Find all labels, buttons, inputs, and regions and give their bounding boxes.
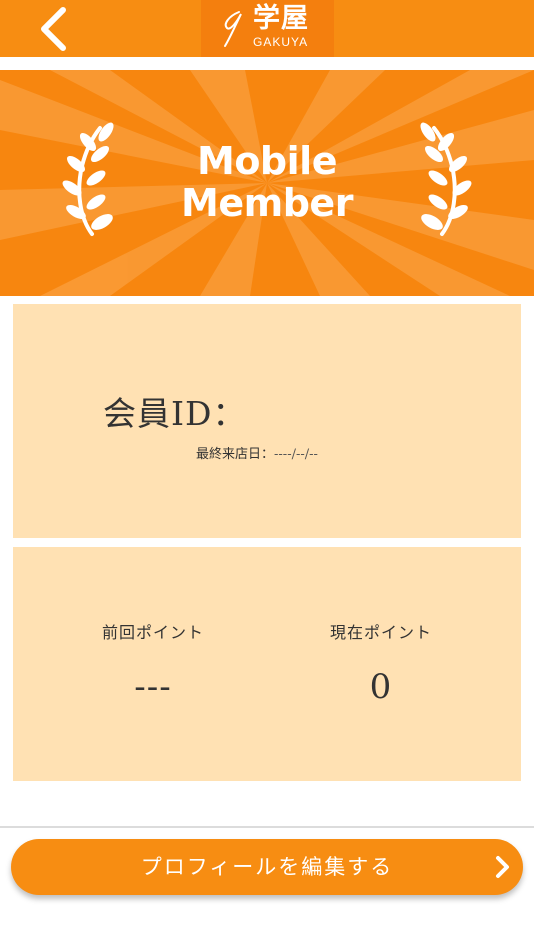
footer-divider (0, 826, 534, 828)
points-card: 前回ポイント --- 現在ポイント 0 (13, 547, 521, 781)
app-logo: 学屋 GAKUYA (201, 0, 334, 57)
last-visit-value: ----/--/-- (274, 447, 318, 462)
back-button[interactable] (30, 4, 80, 54)
banner-title-line2: Member (181, 181, 353, 225)
previous-points-value: --- (134, 667, 172, 707)
current-points-value: 0 (369, 667, 393, 707)
previous-points: 前回ポイント --- (53, 623, 253, 707)
member-banner: Mobile Member (0, 70, 534, 296)
logo-text: 学屋 (253, 3, 309, 34)
last-visit: 最終来店日：----/--/-- (196, 447, 318, 463)
banner-title-line1: Mobile (197, 139, 337, 183)
logo-mark-icon (224, 11, 242, 47)
logo-subtext: GAKUYA (253, 35, 309, 49)
chevron-left-icon (41, 7, 66, 51)
member-id-card: 会員ID： 最終来店日：----/--/-- (13, 304, 521, 538)
top-bar: 学屋 GAKUYA (0, 0, 534, 57)
banner-title: Mobile Member (0, 140, 534, 224)
current-points-label: 現在ポイント (329, 623, 432, 642)
current-points: 現在ポイント 0 (281, 623, 481, 707)
edit-profile-button[interactable]: プロフィールを編集する (11, 839, 523, 895)
previous-points-label: 前回ポイント (101, 623, 204, 642)
edit-profile-label: プロフィールを編集する (140, 855, 394, 879)
last-visit-label: 最終来店日： (196, 447, 275, 462)
chevron-right-icon (496, 856, 509, 878)
member-id-label: 会員ID： (103, 394, 247, 433)
